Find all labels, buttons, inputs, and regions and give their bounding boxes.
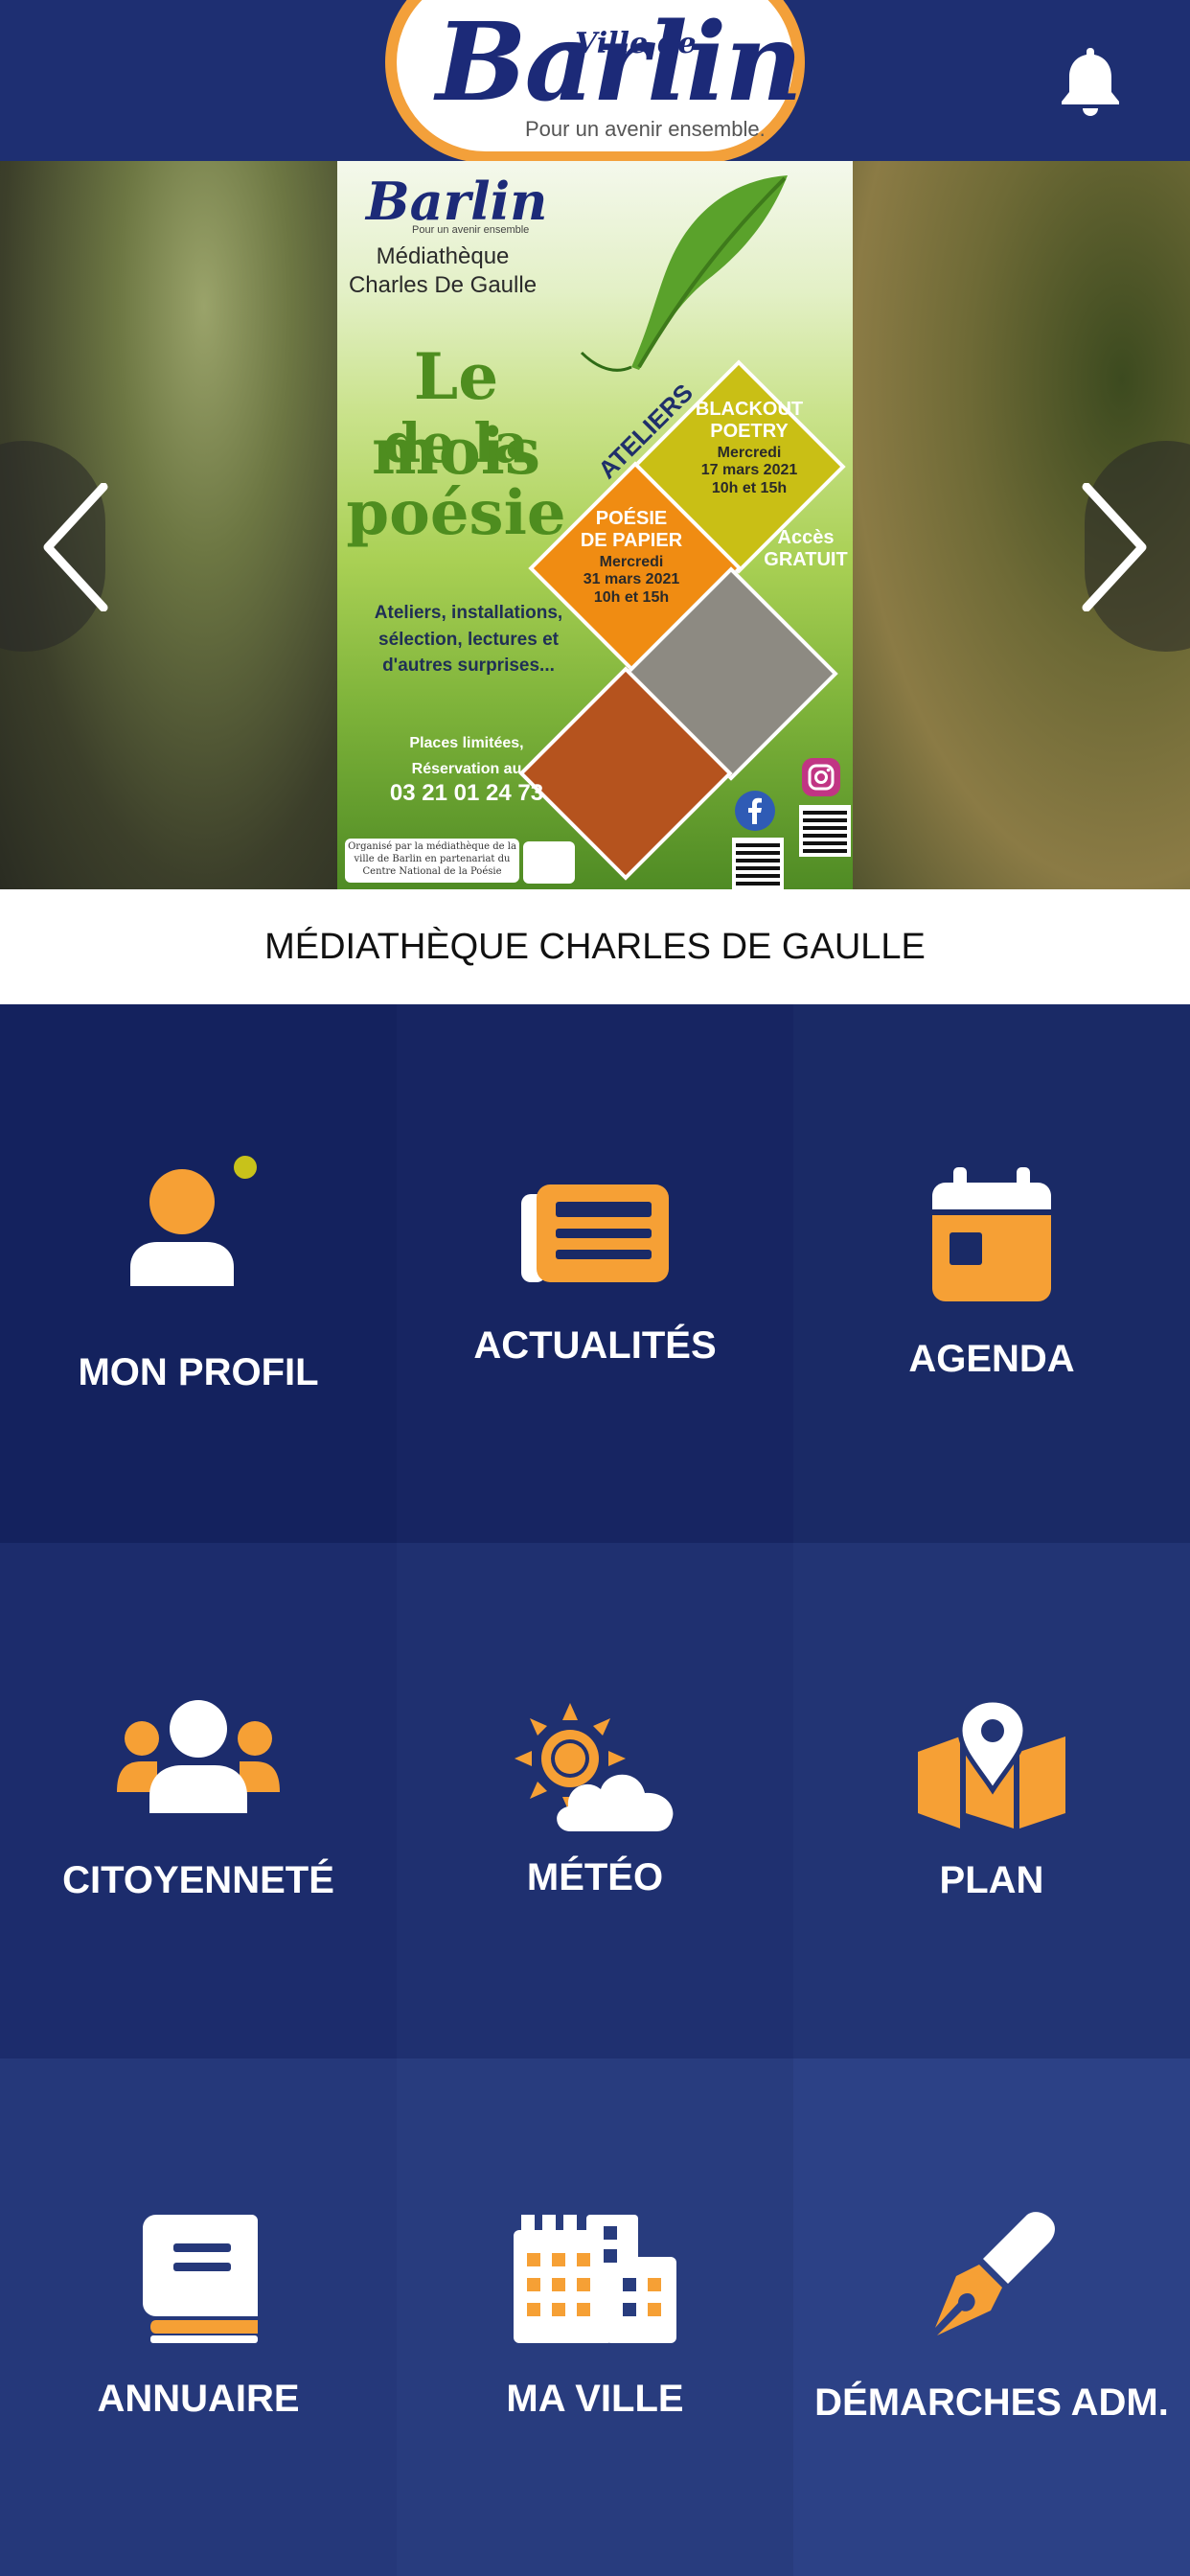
poster-places-line2: Réservation au <box>411 761 522 778</box>
event2-line3: Mercredi <box>599 554 664 570</box>
weather-icon <box>515 1702 674 1831</box>
main-menu-grid: MON PROFIL ACTUALITÉS AGENDA CITOYENNETÉ… <box>0 1004 1190 2576</box>
tile-label-citoyennete: CITOYENNETÉ <box>62 1858 334 1901</box>
users-icon <box>117 1699 280 1813</box>
app-header: Ville de Barlin Pour un avenir ensemble. <box>0 0 1190 163</box>
poster-logo: Barlin <box>366 171 548 232</box>
logo-wordmark: Barlin <box>436 0 803 126</box>
event1-line5: 10h et 15h <box>711 479 788 496</box>
event1-line2: POETRY <box>710 421 789 442</box>
poesie-center-logo <box>523 841 575 884</box>
event2-line1: POÉSIE <box>595 508 668 529</box>
poster-description: Ateliers, installations, sélection, lect… <box>374 603 563 677</box>
event1-title: BLACKOUT POETRY <box>677 399 821 443</box>
tile-label-actualites: ACTUALITÉS <box>473 1323 717 1367</box>
calendar-icon <box>932 1166 1051 1301</box>
tile-label-plan: PLAN <box>939 1858 1044 1901</box>
news-carousel[interactable]: Barlin Pour un avenir ensemble Médiathèq… <box>0 161 1190 889</box>
tile-citoyennete[interactable]: CITOYENNETÉ <box>0 1543 397 2058</box>
event1-details: Mercredi 17 mars 2021 10h et 15h <box>677 445 821 497</box>
tile-agenda[interactable]: AGENDA <box>793 1004 1190 1543</box>
poster-access: Accès GRATUIT <box>763 527 849 571</box>
carousel-caption[interactable]: MÉDIATHÈQUE CHARLES DE GAULLE <box>0 889 1190 1004</box>
tile-annuaire[interactable]: ANNUAIRE <box>0 2058 397 2576</box>
event2-line4: 31 mars 2021 <box>583 571 680 588</box>
tile-label-ma-ville: MA VILLE <box>506 2377 684 2420</box>
tile-label-agenda: AGENDA <box>908 1337 1075 1380</box>
event1-line3: Mercredi <box>717 445 782 461</box>
tile-ma-ville[interactable]: MA VILLE <box>397 2058 793 2576</box>
tile-mon-profil[interactable]: MON PROFIL <box>0 1004 397 1543</box>
tile-meteo[interactable]: MÉTÉO <box>397 1543 793 2058</box>
bell-icon[interactable] <box>1058 44 1123 117</box>
poster-places: Places limitées, Réservation au <box>356 730 577 782</box>
tile-plan[interactable]: PLAN <box>793 1543 1190 2058</box>
event1-line4: 17 mars 2021 <box>700 462 798 479</box>
tile-label-demarches-adm: DÉMARCHES ADM. <box>814 2380 1169 2424</box>
tile-actualites[interactable]: ACTUALITÉS <box>397 1004 793 1543</box>
facebook-icon <box>735 791 775 831</box>
city-icon <box>514 2214 676 2343</box>
poster-title-line3: poésie <box>346 477 566 549</box>
feather-icon <box>580 175 788 372</box>
logo-tagline: Pour un avenir ensemble. <box>525 117 766 141</box>
map-icon <box>918 1699 1065 1828</box>
event-poster[interactable]: Barlin Pour un avenir ensemble Médiathèq… <box>337 161 853 889</box>
tile-demarches-adm[interactable]: DÉMARCHES ADM. <box>793 2058 1190 2576</box>
qr-code-instagram <box>799 805 851 857</box>
chevron-left-icon <box>43 483 108 611</box>
poster-access-line1: Accès <box>777 527 835 548</box>
pen-icon <box>935 2211 1055 2335</box>
instagram-icon <box>802 758 840 796</box>
tile-label-meteo: MÉTÉO <box>526 1855 664 1898</box>
profile-icon <box>130 1155 257 1286</box>
tile-label-annuaire: ANNUAIRE <box>97 2377 300 2420</box>
event2-title: POÉSIE DE PAPIER <box>560 508 703 552</box>
poster-access-line2: GRATUIT <box>764 549 848 570</box>
newspaper-icon <box>521 1184 669 1282</box>
chevron-right-icon <box>1082 483 1147 611</box>
poster-venue-line2: Charles De Gaulle <box>348 272 538 298</box>
poster-venue-line1: Médiathèque <box>376 243 510 269</box>
tile-label-mon-profil: MON PROFIL <box>78 1350 319 1393</box>
book-icon <box>143 2214 258 2343</box>
poster-phone: 03 21 01 24 73 <box>389 780 544 806</box>
poster-organizer: Organisé par la médiathèque de la ville … <box>345 839 519 883</box>
qr-code-facebook <box>732 838 784 889</box>
poster-title-line2: de la <box>383 412 529 475</box>
event2-details: Mercredi 31 mars 2021 10h et 15h <box>560 554 703 607</box>
poster-places-line1: Places limitées, <box>409 735 524 751</box>
event1-line1: BLACKOUT <box>695 399 804 420</box>
poster-logo-tagline: Pour un avenir ensemble <box>412 224 530 236</box>
event2-line2: DE PAPIER <box>580 530 683 551</box>
